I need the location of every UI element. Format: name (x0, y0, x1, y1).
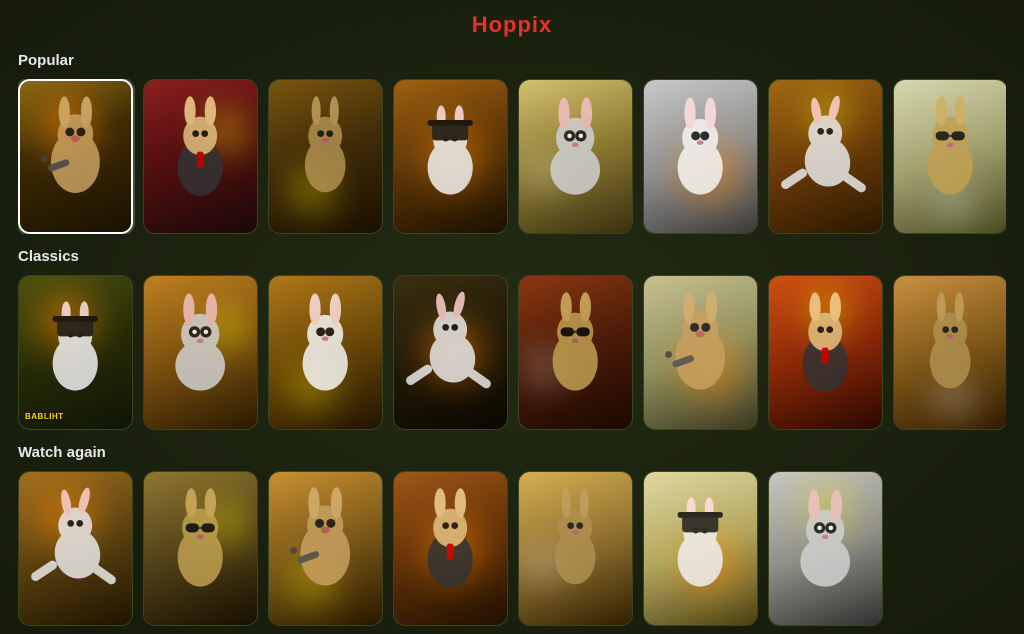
card-w4[interactable] (393, 471, 508, 626)
card-c1[interactable]: BABLIHT (18, 275, 133, 430)
card-inner-p7 (769, 80, 882, 233)
rabbit-image-c5 (519, 276, 632, 429)
card-inner-c1: BABLIHT (19, 276, 132, 429)
rabbit-image-w3 (269, 472, 382, 625)
card-c8[interactable] (893, 275, 1006, 430)
card-inner-w7 (769, 472, 882, 625)
card-inner-w6 (644, 472, 757, 625)
app-header: Hoppix (0, 0, 1024, 46)
rabbit-image-w1 (19, 472, 132, 625)
card-p4[interactable] (393, 79, 508, 234)
card-inner-w3 (269, 472, 382, 625)
card-inner-p2 (144, 80, 257, 233)
card-inner-c8 (894, 276, 1006, 429)
section-label-popular: Popular (18, 46, 1006, 69)
cards-row-classics: BABLIHT (18, 275, 1006, 430)
card-inner-c5 (519, 276, 632, 429)
rabbit-image-c8 (894, 276, 1006, 429)
card-w5[interactable] (518, 471, 633, 626)
section-label-classics: Classics (18, 242, 1006, 265)
card-inner-c3 (269, 276, 382, 429)
card-inner-w5 (519, 472, 632, 625)
card-inner-p8 (894, 80, 1006, 233)
rabbit-image-w4 (394, 472, 507, 625)
card-inner-p6 (644, 80, 757, 233)
card-p6[interactable] (643, 79, 758, 234)
card-p3[interactable] (268, 79, 383, 234)
rabbit-image-c2 (144, 276, 257, 429)
card-overlay-text-c1: BABLIHT (25, 412, 64, 421)
card-inner-p1 (20, 81, 131, 232)
cards-row-popular (18, 79, 1006, 234)
card-c5[interactable] (518, 275, 633, 430)
card-c6[interactable] (643, 275, 758, 430)
rabbit-image-p4 (394, 80, 507, 233)
card-inner-c2 (144, 276, 257, 429)
rabbit-image-w5 (519, 472, 632, 625)
card-w3[interactable] (268, 471, 383, 626)
card-inner-w1 (19, 472, 132, 625)
card-w2[interactable] (143, 471, 258, 626)
card-inner-p5 (519, 80, 632, 233)
card-inner-w2 (144, 472, 257, 625)
card-p7[interactable] (768, 79, 883, 234)
app-title: Hoppix (472, 12, 553, 37)
section-classics: Classics BABLIHT (0, 242, 1024, 430)
rabbit-image-p1 (20, 81, 131, 232)
rabbit-image-p3 (269, 80, 382, 233)
card-w7[interactable] (768, 471, 883, 626)
card-inner-p4 (394, 80, 507, 233)
card-inner-c7 (769, 276, 882, 429)
section-label-watch-again: Watch again (18, 438, 1006, 461)
rabbit-image-w2 (144, 472, 257, 625)
rabbit-image-c6 (644, 276, 757, 429)
section-watch-again: Watch again (0, 438, 1024, 626)
rabbit-image-p5 (519, 80, 632, 233)
card-c2[interactable] (143, 275, 258, 430)
rabbit-image-p6 (644, 80, 757, 233)
rabbit-image-p8 (894, 80, 1006, 233)
card-inner-p3 (269, 80, 382, 233)
rabbit-image-w7 (769, 472, 882, 625)
card-inner-w4 (394, 472, 507, 625)
card-c4[interactable] (393, 275, 508, 430)
rabbit-image-p7 (769, 80, 882, 233)
card-p8[interactable] (893, 79, 1006, 234)
rabbit-image-p2 (144, 80, 257, 233)
rabbit-image-c1 (19, 276, 132, 429)
card-p1[interactable] (18, 79, 133, 234)
card-w6[interactable] (643, 471, 758, 626)
card-p5[interactable] (518, 79, 633, 234)
cards-row-watch-again (18, 471, 1006, 626)
rabbit-image-c7 (769, 276, 882, 429)
card-w1[interactable] (18, 471, 133, 626)
card-c3[interactable] (268, 275, 383, 430)
card-inner-c6 (644, 276, 757, 429)
card-c7[interactable] (768, 275, 883, 430)
rabbit-image-c4 (394, 276, 507, 429)
card-p2[interactable] (143, 79, 258, 234)
rabbit-image-c3 (269, 276, 382, 429)
card-inner-c4 (394, 276, 507, 429)
rabbit-image-w6 (644, 472, 757, 625)
section-popular: Popular (0, 46, 1024, 234)
